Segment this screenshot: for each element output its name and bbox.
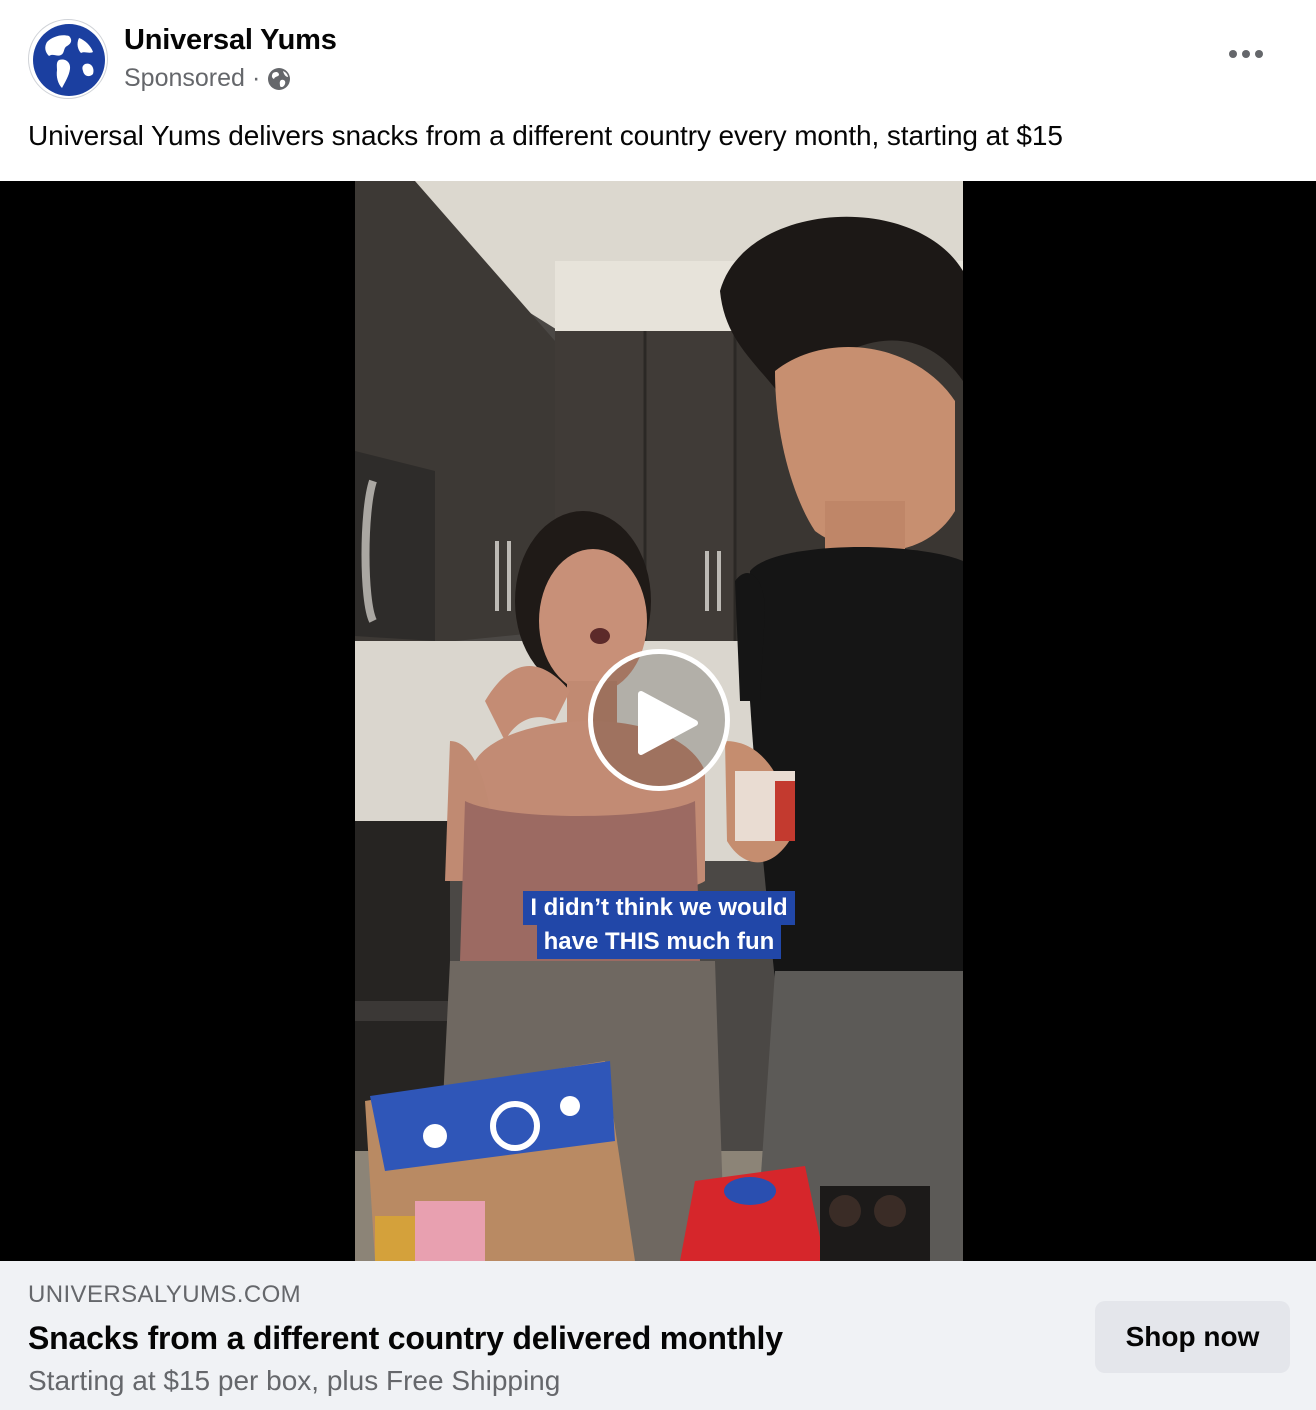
subtitle-line-2: have THIS much fun: [536, 925, 782, 959]
video-subtitle: I didn’t think we would have THIS much f…: [355, 891, 963, 959]
play-icon: [638, 691, 698, 755]
shop-now-button[interactable]: Shop now: [1095, 1301, 1290, 1373]
more-options-dot: [1242, 50, 1250, 58]
play-button[interactable]: [588, 649, 730, 791]
post-header: Universal Yums Sponsored ·: [0, 0, 1316, 110]
post-caption: Universal Yums delivers snacks from a di…: [28, 120, 1063, 151]
page-avatar[interactable]: [28, 19, 108, 99]
link-preview-card[interactable]: UNIVERSALYUMS.COM Snacks from a differen…: [0, 1261, 1316, 1410]
globe-icon[interactable]: [266, 66, 292, 92]
sponsored-label[interactable]: Sponsored: [124, 64, 245, 93]
more-options-dot: [1229, 50, 1237, 58]
link-domain: UNIVERSALYUMS.COM: [28, 1281, 302, 1308]
link-headline[interactable]: Snacks from a different country delivere…: [28, 1320, 783, 1357]
video-player[interactable]: I didn’t think we would have THIS much f…: [0, 181, 1316, 1261]
more-options-button[interactable]: [1226, 36, 1266, 72]
link-description: Starting at $15 per box, plus Free Shipp…: [28, 1365, 561, 1396]
globe-logo-icon: [33, 24, 105, 96]
subtitle-line-1: I didn’t think we would: [523, 891, 795, 925]
meta-separator: ·: [251, 64, 261, 92]
more-options-dot: [1255, 50, 1263, 58]
page-name[interactable]: Universal Yums: [124, 24, 337, 57]
post-meta: Sponsored ·: [124, 64, 292, 93]
